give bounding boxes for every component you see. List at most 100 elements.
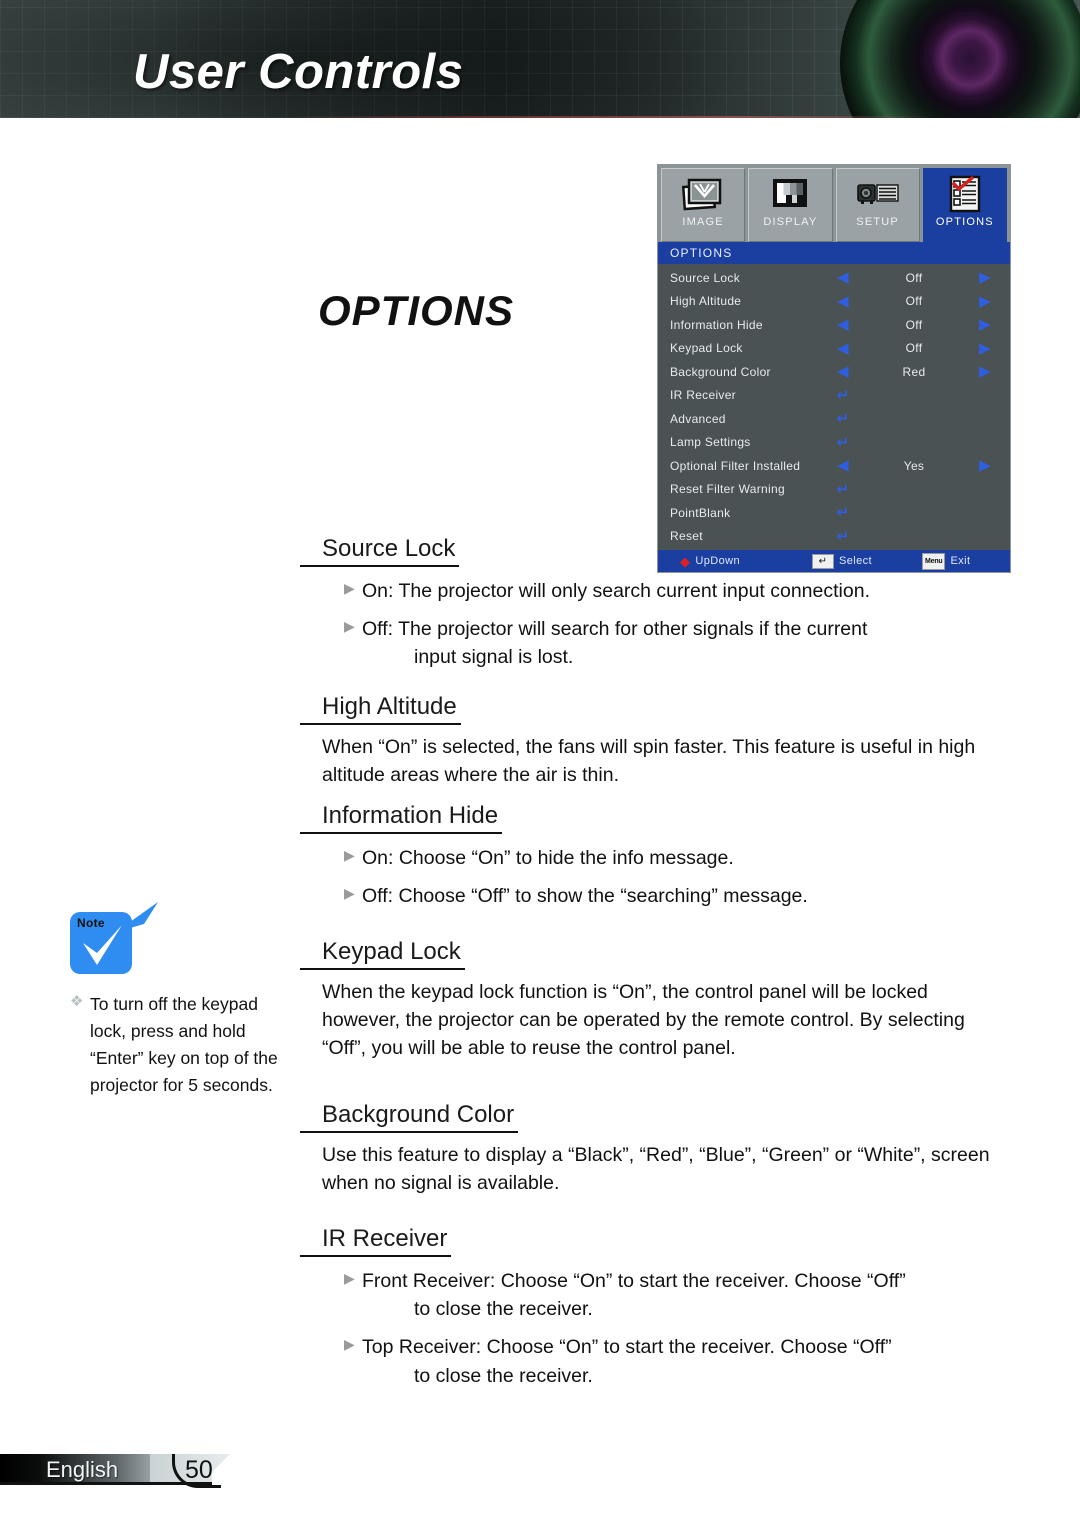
enter-arrow-icon[interactable]: ↵ (830, 482, 856, 497)
list-item: ▶ Off: The projector will search for oth… (300, 615, 1010, 672)
list-item: ▶ On: The projector will only search cur… (300, 577, 1010, 605)
right-arrow-icon[interactable]: ▶ (972, 294, 998, 309)
left-arrow-icon[interactable]: ◀ (830, 294, 856, 309)
osd-row-value: Yes (903, 458, 925, 473)
section-bullet-list: ▶ Front Receiver: Choose “On” to start t… (300, 1267, 1010, 1390)
osd-menu-panel: IMAGE DISPLAY SETUP OPTIONS OPTIONS Sour… (657, 164, 1011, 573)
osd-row-label: Advanced (670, 411, 726, 426)
left-arrow-icon[interactable]: ◀ (830, 317, 856, 332)
list-item-line2: input signal is lost. (414, 646, 574, 669)
osd-row-high-altitude[interactable]: High Altitude ◀ Off ▶ (658, 290, 1010, 314)
list-item-text: On: Choose “On” to hide the info message… (362, 846, 734, 869)
page-header-banner: User Controls (0, 0, 1080, 118)
osd-row-advanced[interactable]: Advanced ↵ (658, 407, 1010, 431)
osd-row-value: Red (902, 364, 926, 379)
right-arrow-icon[interactable]: ▶ (972, 341, 998, 356)
list-item-line1: Front Receiver: Choose “On” to start the… (362, 1269, 906, 1292)
header-accent-line (290, 116, 930, 118)
setup-tab-icon (854, 172, 902, 216)
footer-language-label: English (46, 1457, 119, 1482)
right-arrow-icon[interactable]: ▶ (972, 270, 998, 285)
enter-arrow-icon[interactable]: ↵ (830, 411, 856, 426)
section-paragraph: When “On” is selected, the fans will spi… (322, 735, 976, 787)
osd-tab-setup[interactable]: SETUP (835, 168, 920, 242)
osd-row-label: Keypad Lock (670, 341, 743, 356)
section-heading: Information Hide (300, 802, 503, 834)
osd-row-list: Source Lock ◀ Off ▶ High Altitude ◀ Off … (658, 264, 1010, 550)
section-heading: Source Lock (300, 535, 460, 567)
page-footer: English 50 (0, 1448, 420, 1494)
page-title-banner: User Controls (133, 45, 464, 99)
options-tab-icon (948, 172, 982, 216)
osd-tab-options[interactable]: OPTIONS (922, 168, 1007, 242)
camera-lens-icon (840, 0, 1080, 118)
osd-row-pointblank[interactable]: PointBlank ↵ (658, 501, 1010, 525)
osd-row-lamp-settings[interactable]: Lamp Settings ↵ (658, 431, 1010, 455)
osd-row-label: Lamp Settings (670, 435, 751, 450)
display-tab-icon (770, 172, 810, 216)
list-item-line2: to close the receiver. (414, 1364, 593, 1387)
osd-tab-display[interactable]: DISPLAY (748, 168, 833, 242)
right-arrow-icon[interactable]: ▶ (972, 458, 998, 473)
osd-row-label: Background Color (670, 364, 771, 379)
left-arrow-icon[interactable]: ◀ (830, 270, 856, 285)
osd-row-source-lock[interactable]: Source Lock ◀ Off ▶ (658, 266, 1010, 290)
page-title: OPTIONS (318, 287, 515, 334)
list-item-text: Front Receiver: Choose “On” to start the… (362, 1267, 1010, 1324)
diamond-bullet-icon: ❖ (70, 993, 84, 1010)
osd-tab-options-label: OPTIONS (935, 216, 994, 228)
triangle-bullet-icon: ▶ (344, 1269, 355, 1286)
section-paragraph: Use this feature to display a “Black”, “… (322, 1143, 990, 1195)
list-item: ▶ Top Receiver: Choose “On” to start the… (300, 1333, 1010, 1390)
section-high-altitude: High Altitude When “On” is selected, the… (300, 693, 1010, 789)
list-item: ▶ Off: Choose “Off” to show the “searchi… (300, 882, 1010, 910)
left-arrow-icon[interactable]: ◀ (830, 364, 856, 379)
osd-tab-image[interactable]: IMAGE (661, 168, 746, 242)
osd-row-optional-filter-installed[interactable]: Optional Filter Installed ◀ Yes ▶ (658, 454, 1010, 478)
section-source-lock: Source Lock ▶ On: The projector will onl… (300, 535, 1010, 682)
right-arrow-icon[interactable]: ▶ (972, 317, 998, 332)
osd-tab-display-label: DISPLAY (763, 216, 818, 228)
right-arrow-icon[interactable]: ▶ (972, 364, 998, 379)
note-checkmark-icon: Note (70, 902, 158, 974)
triangle-bullet-icon: ▶ (344, 579, 355, 596)
section-background-color: Background Color Use this feature to dis… (300, 1101, 1010, 1197)
section-heading: High Altitude (300, 693, 461, 725)
section-heading: Background Color (300, 1101, 519, 1133)
image-tab-icon (681, 172, 725, 216)
osd-row-label: IR Receiver (670, 388, 736, 403)
list-item-line1: Off: The projector will search for other… (362, 618, 868, 641)
list-item-text: Top Receiver: Choose “On” to start the r… (362, 1333, 1010, 1390)
osd-row-background-color[interactable]: Background Color ◀ Red ▶ (658, 360, 1010, 384)
list-item: ▶ Front Receiver: Choose “On” to start t… (300, 1267, 1010, 1324)
osd-row-label: PointBlank (670, 505, 731, 520)
left-arrow-icon[interactable]: ◀ (830, 341, 856, 356)
enter-arrow-icon[interactable]: ↵ (830, 505, 856, 520)
osd-row-value: Off (905, 294, 923, 309)
enter-arrow-icon[interactable]: ↵ (830, 435, 856, 450)
osd-row-label: Source Lock (670, 270, 741, 285)
enter-arrow-icon[interactable]: ↵ (830, 388, 856, 403)
page-number: 50 (185, 1456, 213, 1484)
footer-rule (0, 1482, 212, 1485)
section-ir-receiver: IR Receiver ▶ Front Receiver: Choose “On… (300, 1225, 1010, 1400)
section-bullet-list: ▶ On: Choose “On” to hide the info messa… (300, 844, 1010, 911)
osd-row-value: Off (905, 341, 923, 356)
note-check-mark (83, 925, 122, 965)
osd-row-label: Reset Filter Warning (670, 482, 785, 497)
osd-row-ir-receiver[interactable]: IR Receiver ↵ (658, 384, 1010, 408)
osd-row-information-hide[interactable]: Information Hide ◀ Off ▶ (658, 313, 1010, 337)
section-paragraph: When the keypad lock function is “On”, t… (322, 980, 965, 1060)
section-bullet-list: ▶ On: The projector will only search cur… (300, 577, 1010, 672)
list-item-text: On: The projector will only search curre… (362, 579, 870, 602)
triangle-bullet-icon: ▶ (344, 846, 355, 863)
osd-tab-image-label: IMAGE (682, 216, 724, 228)
triangle-bullet-icon: ▶ (344, 1336, 355, 1353)
osd-row-reset-filter-warning[interactable]: Reset Filter Warning ↵ (658, 478, 1010, 502)
list-item-text: Off: The projector will search for other… (362, 615, 1010, 672)
osd-tab-setup-label: SETUP (856, 216, 899, 228)
triangle-bullet-icon: ▶ (344, 618, 355, 635)
osd-row-keypad-lock[interactable]: Keypad Lock ◀ Off ▶ (658, 337, 1010, 361)
list-item-text: Off: Choose “Off” to show the “searching… (362, 885, 808, 908)
left-arrow-icon[interactable]: ◀ (830, 458, 856, 473)
